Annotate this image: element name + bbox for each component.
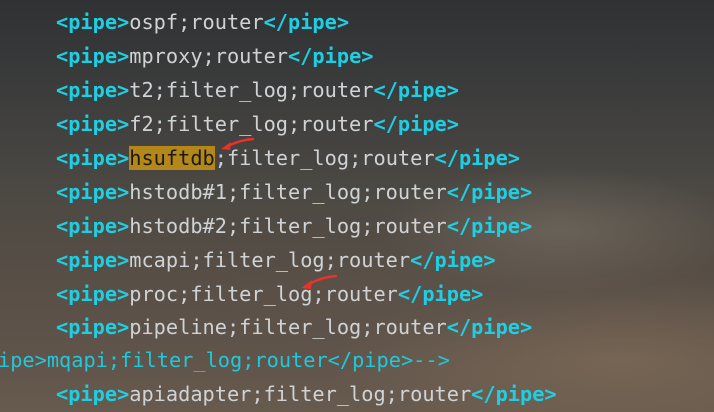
line-content: mproxy;router bbox=[129, 44, 289, 68]
code-line-4: <pipe>f2;filter_log;router</pipe> bbox=[56, 110, 714, 138]
close-tag: </pipe> bbox=[410, 248, 496, 272]
code-line-1: <pipe>ospf;router</pipe> bbox=[56, 8, 714, 36]
close-tag: </pipe> bbox=[471, 382, 557, 406]
line-content: proc;filter_log;router bbox=[129, 282, 398, 306]
open-tag: <pipe> bbox=[56, 78, 130, 102]
open-tag: <pipe> bbox=[56, 44, 130, 68]
code-line-7: <pipe>hstodb#2;filter_log;router</pipe> bbox=[56, 212, 714, 240]
close-tag: </pipe> bbox=[446, 214, 533, 238]
open-tag: <pipe> bbox=[56, 282, 130, 306]
close-tag: </pipe> bbox=[288, 44, 374, 68]
red-arrow-icon bbox=[221, 137, 255, 150]
close-tag: </pipe> bbox=[434, 146, 521, 170]
code-line-10: <pipe>pipeline;filter_log;router</pipe> bbox=[56, 313, 714, 341]
open-tag: <pipe> bbox=[56, 112, 130, 136]
code-line-12: <pipe>apiadapter;filter_log;router</pipe… bbox=[56, 380, 714, 408]
open-tag: <pipe> bbox=[56, 146, 130, 170]
commented-line: ipe>mqapi;filter_log;router</pipe>--> bbox=[0, 348, 450, 372]
line-content: ospf;router bbox=[129, 10, 264, 34]
line-content: hstodb#2;filter_log;router bbox=[129, 214, 447, 238]
open-tag: <pipe> bbox=[56, 315, 130, 339]
close-tag: </pipe> bbox=[373, 78, 459, 102]
open-tag: <pipe> bbox=[56, 214, 130, 238]
code-line-11-comment: ipe>mqapi;filter_log;router</pipe>--> bbox=[0, 346, 712, 374]
code-line-9: <pipe>proc;filter_log;router</pipe> bbox=[56, 280, 714, 308]
search-highlight[interactable]: hsuftdb bbox=[129, 146, 215, 170]
open-tag: <pipe> bbox=[56, 382, 130, 406]
line-content: hstodb#1;filter_log;router bbox=[129, 180, 447, 204]
code-line-5: <pipe>hsuftdb;filter_log;router</pipe> bbox=[56, 144, 714, 172]
open-tag: <pipe> bbox=[56, 10, 130, 34]
code-line-6: <pipe>hstodb#1;filter_log;router</pipe> bbox=[56, 178, 714, 206]
line-content: apiadapter;filter_log;router bbox=[129, 382, 472, 406]
code-editor[interactable]: <pipe>ospf;router</pipe> <pipe>mproxy;ro… bbox=[0, 0, 714, 412]
line-content: f2;filter_log;router bbox=[129, 112, 374, 136]
red-arrow-icon bbox=[301, 274, 338, 289]
close-tag: </pipe> bbox=[446, 180, 533, 204]
line-content: mcapi;filter_log;router bbox=[129, 248, 411, 272]
code-line-3: <pipe>t2;filter_log;router</pipe> bbox=[56, 76, 714, 104]
close-tag: </pipe> bbox=[263, 10, 350, 34]
close-tag: </pipe> bbox=[446, 315, 533, 339]
open-tag: <pipe> bbox=[56, 180, 130, 204]
code-line-8: <pipe>mcapi;filter_log;router</pipe> bbox=[56, 246, 714, 274]
open-tag: <pipe> bbox=[56, 248, 130, 272]
code-line-2: <pipe>mproxy;router</pipe> bbox=[56, 42, 714, 70]
close-tag: </pipe> bbox=[397, 282, 484, 306]
line-content: t2;filter_log;router bbox=[129, 78, 374, 102]
close-tag: </pipe> bbox=[373, 112, 459, 136]
line-content: pipeline;filter_log;router bbox=[129, 315, 447, 339]
